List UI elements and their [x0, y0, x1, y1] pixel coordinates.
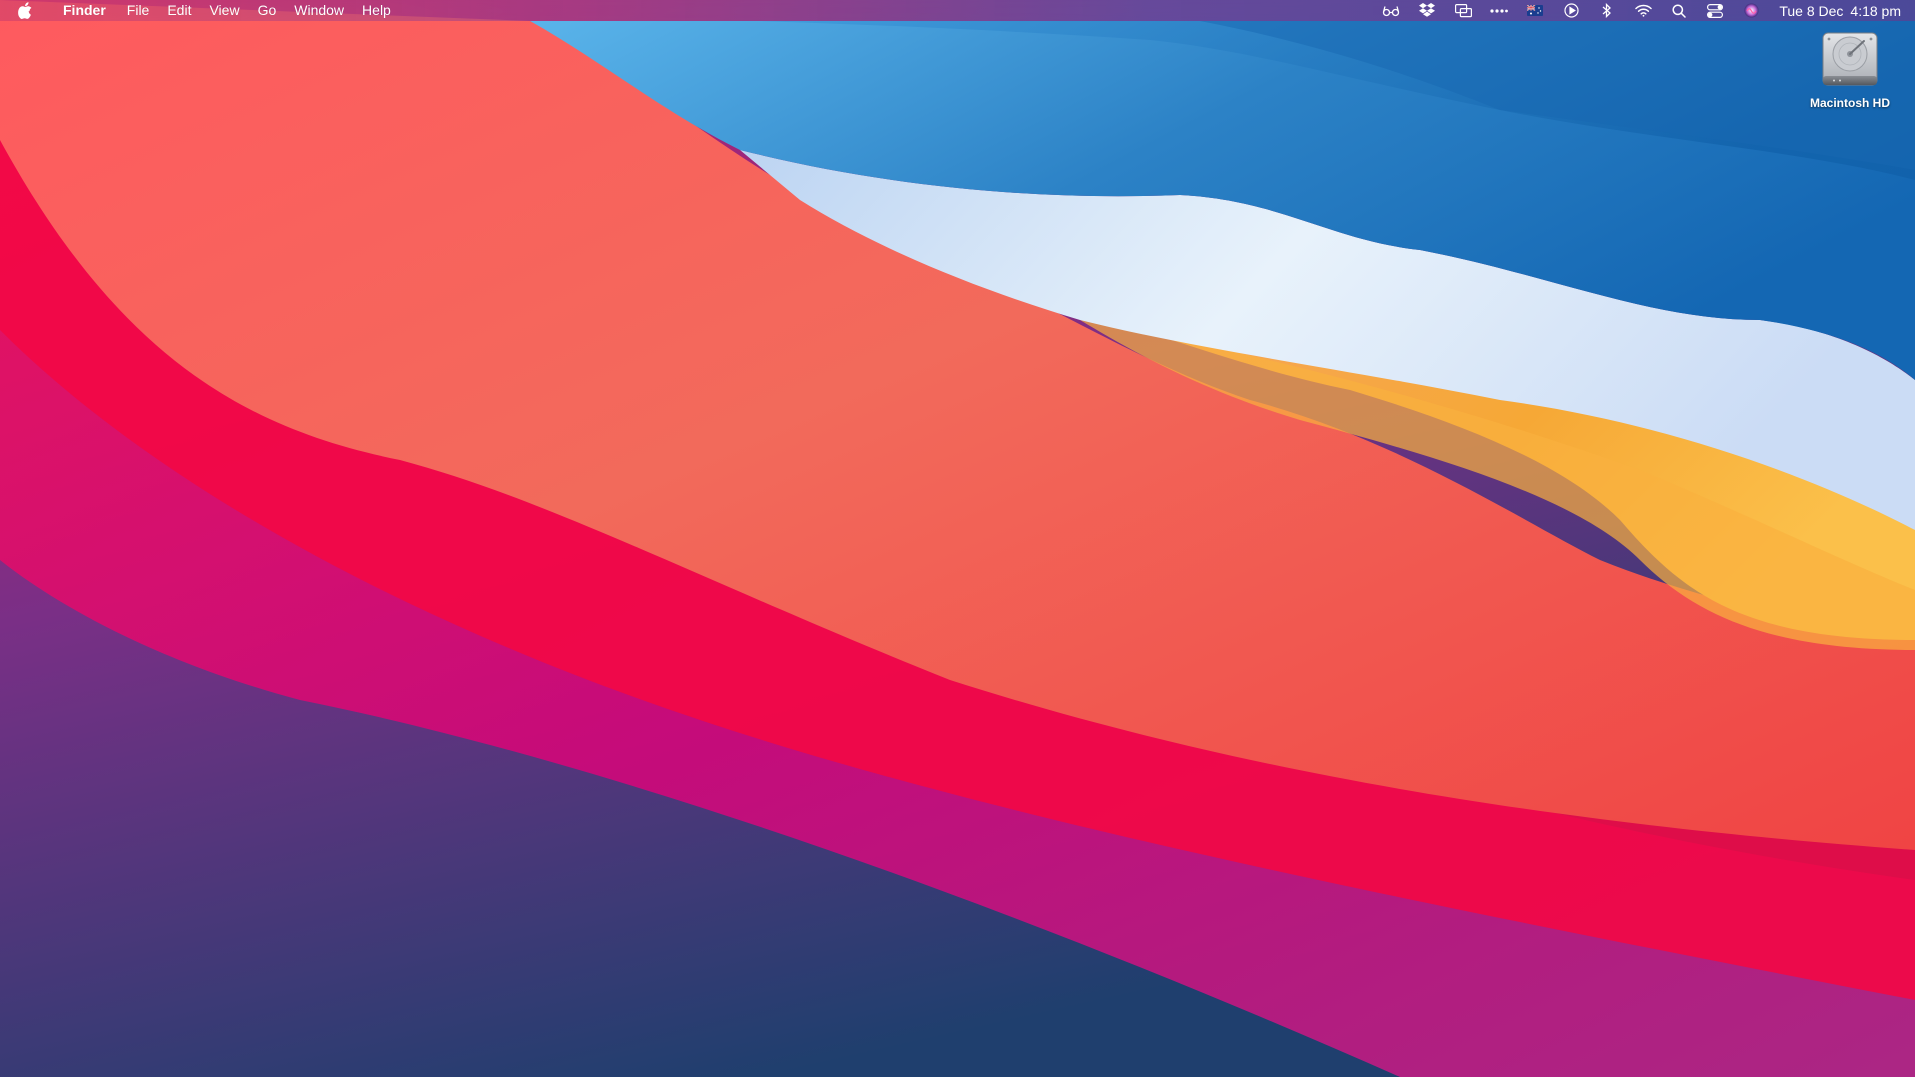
clock-date: Tue 8 Dec — [1779, 2, 1844, 19]
apple-menu-icon[interactable] — [17, 2, 33, 20]
siri-icon[interactable] — [1742, 2, 1760, 20]
play-circle-icon[interactable] — [1562, 2, 1580, 20]
more-dots-icon[interactable] — [1490, 2, 1509, 20]
menu-help[interactable]: Help — [353, 0, 400, 21]
dropbox-icon[interactable] — [1418, 2, 1436, 20]
menu-bar-left: Finder File Edit View Go Window Help — [0, 0, 400, 21]
menu-edit[interactable]: Edit — [158, 0, 200, 21]
screen-mirror-icon[interactable] — [1454, 2, 1472, 20]
menu-bar-clock[interactable]: Tue 8 Dec 4:18 pm — [1779, 3, 1901, 19]
reader-glasses-icon[interactable] — [1382, 2, 1400, 20]
menu-view[interactable]: View — [200, 0, 248, 21]
input-flag-icon[interactable] — [1526, 2, 1544, 20]
desktop-icon-label: Macintosh HD — [1809, 96, 1890, 110]
wifi-icon[interactable] — [1634, 2, 1652, 20]
wallpaper — [0, 0, 1915, 1077]
menu-bar-right: Tue 8 Dec 4:18 pm — [1373, 0, 1915, 21]
desktop[interactable]: Finder File Edit View Go Window Help Tue… — [0, 0, 1915, 1077]
menu-app-finder[interactable]: Finder — [54, 0, 118, 21]
menu-go[interactable]: Go — [249, 0, 286, 21]
bluetooth-icon[interactable] — [1598, 2, 1616, 20]
desktop-icon-macintosh-hd[interactable]: Macintosh HD — [1800, 30, 1900, 110]
menu-file[interactable]: File — [118, 0, 159, 21]
menu-bar: Finder File Edit View Go Window Help Tue… — [0, 0, 1915, 21]
control-center-icon[interactable] — [1706, 2, 1724, 20]
spotlight-search-icon[interactable] — [1670, 2, 1688, 20]
clock-time: 4:18 pm — [1850, 2, 1901, 19]
menu-window[interactable]: Window — [285, 0, 353, 21]
hard-disk-icon — [1822, 32, 1878, 86]
